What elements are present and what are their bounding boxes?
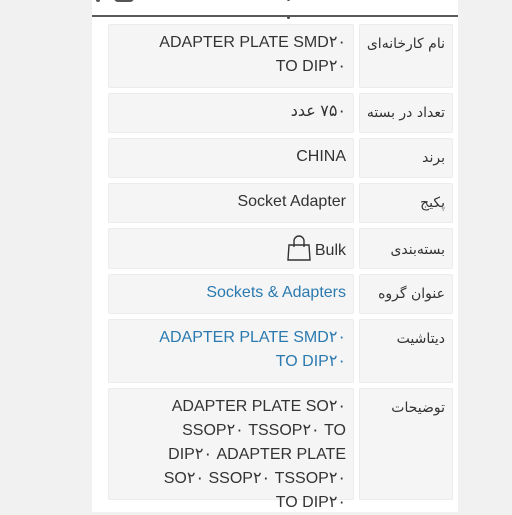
spec-value: ۷۵۰ عدد xyxy=(108,93,354,133)
spec-row-group: عنوان گروه Sockets & Adapters xyxy=(108,274,453,314)
spec-label: عنوان گروه xyxy=(359,274,453,314)
spec-value: ADAPTER PLATE SO۲۰ SSOP۲۰ TSSOP۲۰ TO DIP… xyxy=(108,388,354,511)
content-column: نام کارخانه‌ای ADAPTER PLATE SMD۲۰ TO DI… xyxy=(92,0,458,512)
top-bar xyxy=(92,0,458,19)
spec-label: توضیحات xyxy=(359,388,453,500)
spec-value: Socket Adapter xyxy=(108,183,354,223)
spec-row-packaging: بسته‌بندی Bulk xyxy=(108,228,453,269)
spec-value: Bulk xyxy=(108,228,354,269)
header-divider xyxy=(92,15,458,17)
shopping-bag-icon xyxy=(287,235,311,261)
specs-table: نام کارخانه‌ای ADAPTER PLATE SMD۲۰ TO DI… xyxy=(108,24,453,511)
spec-label: پکیج xyxy=(359,183,453,223)
spec-row-datasheet: دیتاشیت ADAPTER PLATE SMD۲۰ TO DIP۲۰ xyxy=(108,319,453,383)
group-link[interactable]: Sockets & Adapters xyxy=(108,274,354,314)
cart-icon[interactable] xyxy=(114,0,134,2)
header-dots-icon xyxy=(287,0,299,19)
spec-row-package: پکیج Socket Adapter xyxy=(108,183,453,223)
spec-label: نام کارخانه‌ای xyxy=(359,24,453,88)
spec-value: CHINA xyxy=(108,138,354,178)
spec-row-description: توضیحات ADAPTER PLATE SO۲۰ SSOP۲۰ TSSOP۲… xyxy=(108,388,453,511)
spec-label: برند xyxy=(359,138,453,178)
spec-label: بسته‌بندی xyxy=(359,228,453,269)
packaging-text: Bulk xyxy=(314,242,346,259)
datasheet-link[interactable]: ADAPTER PLATE SMD۲۰ TO DIP۲۰ xyxy=(108,319,354,383)
spec-label: دیتاشیت xyxy=(359,319,453,383)
spec-value: ADAPTER PLATE SMD۲۰ TO DIP۲۰ xyxy=(108,24,354,88)
spec-row-brand: برند CHINA xyxy=(108,138,453,178)
spec-row-package-qty: تعداد در بسته ۷۵۰ عدد xyxy=(108,93,453,133)
spec-label: تعداد در بسته xyxy=(359,93,453,133)
menu-dot-icon[interactable] xyxy=(96,0,100,2)
spec-row-manufacturer-part: نام کارخانه‌ای ADAPTER PLATE SMD۲۰ TO DI… xyxy=(108,24,453,88)
site-logo-icon[interactable] xyxy=(412,0,452,4)
